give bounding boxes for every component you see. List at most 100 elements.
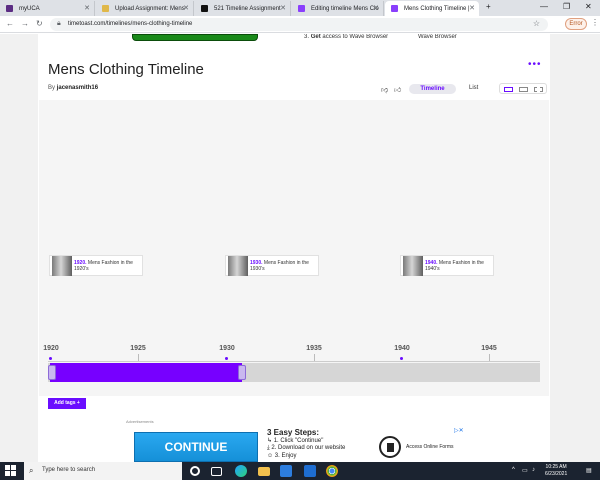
- tab-title: 521 Timeline Assignment: [214, 5, 281, 12]
- event-card-1920[interactable]: 1920. Mens Fashion in the 1920's: [49, 255, 143, 276]
- size-toggle: [499, 83, 547, 94]
- maximize-icon[interactable]: ❐: [563, 2, 570, 11]
- search-icon: ⌕: [29, 466, 34, 475]
- volume-icon[interactable]: ♪: [532, 467, 535, 473]
- tab-title: Upload Assignment: Mens: [115, 5, 185, 12]
- file-explorer-icon[interactable]: [258, 467, 270, 476]
- event-card-1940[interactable]: 1940. Mens Fashion in the 1940's: [400, 255, 494, 276]
- close-icon[interactable]: ✕: [280, 4, 286, 12]
- axis-tick: [489, 354, 490, 361]
- tab-mens-clothing-timeline[interactable]: Mens Clothing Timeline | ✕: [385, 1, 479, 16]
- tab-editing-timeline[interactable]: Editing timeline Mens Clo ✕: [292, 1, 384, 16]
- event-thumbnail: [403, 256, 423, 276]
- forward-arrow-icon[interactable]: →: [21, 19, 29, 28]
- author-link[interactable]: jacenasmith16: [57, 85, 98, 91]
- search-placeholder: Type here to search: [42, 467, 96, 473]
- ad-step-text: 2. Download on our website: [271, 445, 346, 451]
- continue-ad-button[interactable]: CONTINUE: [134, 432, 258, 462]
- error-button[interactable]: Error: [565, 18, 587, 30]
- tab-favicon: [201, 5, 208, 12]
- timeline-canvas[interactable]: [39, 100, 549, 396]
- reload-icon[interactable]: ↻: [36, 19, 43, 28]
- tab-favicon: [102, 5, 109, 12]
- range-handle-left[interactable]: [48, 365, 56, 380]
- windows-start-icon[interactable]: [5, 465, 16, 476]
- event-text: 1930. Mens Fashion in the 1930's: [250, 260, 318, 272]
- top-ad-step-text: access to Wave Browser: [322, 34, 389, 40]
- task-view-icon[interactable]: [211, 467, 222, 476]
- size-small-icon[interactable]: [504, 87, 513, 92]
- top-ad-step-number: 3.: [304, 34, 310, 40]
- event-text: 1940. Mens Fashion in the 1940's: [425, 260, 493, 272]
- ad-step-2: ⤓ 2. Download on our website: [267, 445, 345, 453]
- close-icon[interactable]: ✕: [183, 4, 189, 12]
- clock[interactable]: 10:25 AM 6/23/2021: [545, 464, 567, 478]
- close-window-icon[interactable]: ✕: [585, 2, 592, 11]
- chrome-icon[interactable]: [326, 465, 338, 477]
- ad-choices-icon[interactable]: ▷✕: [454, 427, 464, 434]
- arrow-icon: ↳: [267, 437, 274, 444]
- mail-icon[interactable]: [304, 465, 316, 477]
- edge-icon[interactable]: [235, 465, 247, 477]
- tab-title: Editing timeline Mens Clo: [311, 5, 379, 12]
- minimize-icon[interactable]: —: [540, 2, 548, 11]
- clock-time: 10:25 AM: [545, 464, 567, 470]
- view-list-button[interactable]: List: [469, 85, 478, 91]
- tab-favicon: [391, 5, 398, 12]
- tab-myuca[interactable]: myUCA ✕: [0, 1, 95, 16]
- back-arrow-icon[interactable]: ←: [6, 19, 14, 28]
- thumbs-down-icon[interactable]: 👎︎: [381, 85, 388, 94]
- byline-prefix: By: [48, 85, 56, 91]
- tab-favicon: [6, 5, 13, 12]
- view-timeline-button[interactable]: Timeline: [409, 84, 456, 94]
- ad-step-1: ↳ 1. Click "Continue": [267, 438, 345, 446]
- address-bar[interactable]: 🔒︎ timetoast.com/timelines/mens-clothing…: [50, 18, 548, 31]
- thumbs-up-icon[interactable]: 👍︎: [394, 85, 401, 94]
- new-tab-button[interactable]: +: [486, 2, 491, 11]
- byline: By jacenasmith16: [48, 85, 98, 91]
- form-icon[interactable]: [379, 436, 401, 458]
- close-icon[interactable]: ✕: [84, 4, 90, 12]
- browser-menu-icon[interactable]: ⋮: [591, 18, 599, 27]
- close-icon[interactable]: ✕: [373, 4, 379, 12]
- notification-icon[interactable]: ▤: [586, 467, 592, 474]
- network-icon[interactable]: ▭: [522, 467, 528, 474]
- event-marker[interactable]: [400, 357, 403, 360]
- axis-tick-label: 1935: [306, 345, 322, 352]
- size-medium-icon[interactable]: [519, 87, 528, 92]
- tab-upload-assignment[interactable]: Upload Assignment: Mens ✕: [96, 1, 194, 16]
- ad-label: Advertisements: [126, 419, 154, 424]
- tab-strip: myUCA ✕ Upload Assignment: Mens ✕ 521 Ti…: [0, 0, 600, 16]
- top-ad-right: Wave Browser: [418, 34, 457, 40]
- range-handle-right[interactable]: [238, 365, 246, 380]
- event-marker[interactable]: [49, 357, 52, 360]
- ad-step-text: 1. Click "Continue": [273, 437, 324, 444]
- top-ad-step-bold: Get: [310, 34, 321, 40]
- chevron-up-icon[interactable]: ^: [512, 467, 515, 473]
- more-options-icon[interactable]: •••: [528, 59, 542, 70]
- lock-icon: 🔒︎: [57, 20, 61, 27]
- range-selection[interactable]: [50, 363, 242, 382]
- ad-steps: 3 Easy Steps: ↳ 1. Click "Continue" ⤓ 2.…: [267, 429, 345, 460]
- taskbar: ⌕ Type here to search ^ ▭ ♪ 10:25 AM 6/2…: [0, 462, 600, 480]
- close-icon[interactable]: ✕: [469, 4, 475, 12]
- star-icon[interactable]: ☆: [533, 19, 540, 28]
- clock-date: 6/23/2021: [545, 471, 568, 477]
- size-large-icon[interactable]: [534, 87, 543, 92]
- tab-title: Mens Clothing Timeline |: [404, 5, 470, 12]
- top-ad-banner[interactable]: [132, 34, 258, 41]
- form-label[interactable]: Access Online Forms: [406, 444, 454, 450]
- event-marker[interactable]: [225, 357, 228, 360]
- url-text: timetoast.com/timelines/mens-clothing-ti…: [68, 21, 193, 27]
- event-thumbnail: [228, 256, 248, 276]
- event-card-1930[interactable]: 1930. Mens Fashion in the 1930's: [225, 255, 319, 276]
- tab-title: myUCA: [19, 5, 40, 12]
- add-tags-button[interactable]: Add tags +: [48, 398, 86, 409]
- timeline-axis: [48, 361, 540, 362]
- store-icon[interactable]: [280, 465, 292, 477]
- cortana-icon[interactable]: [190, 466, 200, 476]
- tab-favicon: [298, 5, 305, 12]
- taskbar-search[interactable]: ⌕ Type here to search: [24, 462, 182, 480]
- tab-timeline-assignment[interactable]: 521 Timeline Assignment ✕: [195, 1, 291, 16]
- axis-tick-label: 1930: [219, 345, 235, 352]
